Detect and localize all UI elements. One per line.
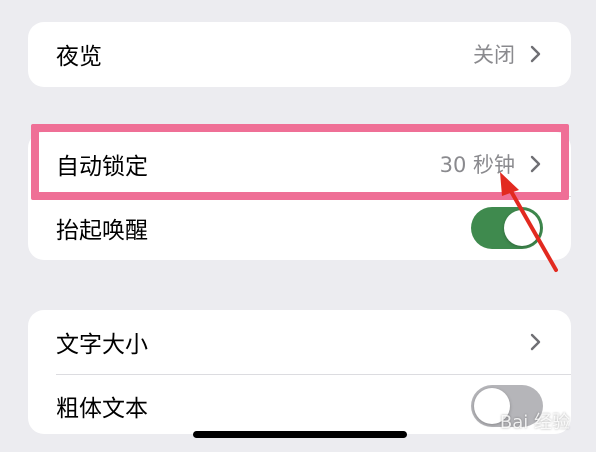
chevron-right-icon [530,45,541,63]
watermark-logo: Bai 经验 [499,412,570,433]
text-card: 文字大小 粗体文本 [28,310,571,434]
auto-lock-row[interactable]: 自动锁定 30 秒钟 [28,132,571,196]
chevron-right-icon [530,155,541,173]
night-shift-label: 夜览 [56,44,102,70]
night-shift-value: 关闭 [473,43,515,67]
auto-lock-value: 30 秒钟 [439,153,515,177]
bold-text-row: 粗体文本 [28,374,571,434]
night-shift-card: 夜览 关闭 [28,22,571,87]
raise-to-wake-row: 抬起唤醒 [28,196,571,260]
home-indicator [193,431,407,438]
text-size-label: 文字大小 [56,332,148,358]
auto-lock-label: 自动锁定 [56,154,148,180]
toggle-knob [504,210,540,246]
lock-card: 自动锁定 30 秒钟 抬起唤醒 [28,132,571,260]
raise-to-wake-toggle[interactable] [471,207,543,249]
raise-to-wake-label: 抬起唤醒 [56,218,148,244]
night-shift-row[interactable]: 夜览 关闭 [28,22,571,86]
chevron-right-icon [530,333,541,351]
text-size-row[interactable]: 文字大小 [28,310,571,374]
bold-text-label: 粗体文本 [56,396,148,422]
